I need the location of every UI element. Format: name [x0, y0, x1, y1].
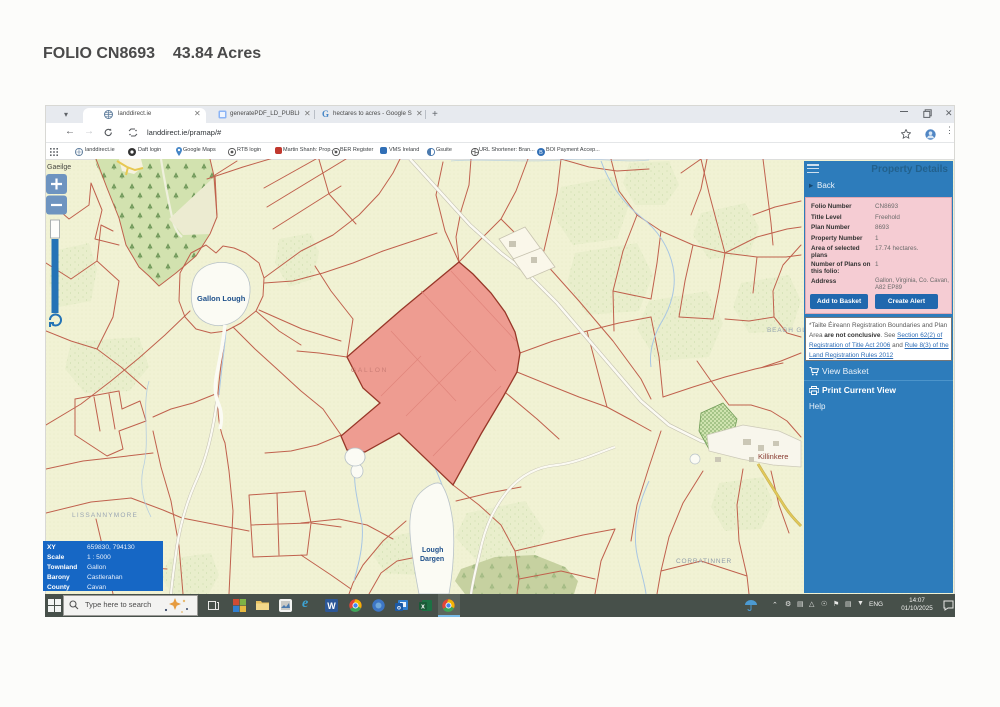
svg-text:Gallon Lough: Gallon Lough [197, 294, 246, 303]
svg-text:W: W [327, 601, 336, 611]
svg-text:LISSANNYMORE: LISSANNYMORE [72, 512, 138, 519]
svg-text:o: o [397, 605, 401, 612]
svg-text:Lough: Lough [422, 547, 443, 554]
svg-text:CORRATINNER: CORRATINNER [676, 558, 732, 565]
svg-text:x: x [421, 604, 425, 611]
svg-text:GALLON: GALLON [351, 367, 388, 374]
svg-text:Dargen: Dargen [420, 556, 444, 563]
svg-text:Killinkere: Killinkere [758, 452, 788, 461]
svg-text:B: B [539, 150, 543, 156]
svg-text:BEAGH GL: BEAGH GL [767, 327, 807, 334]
svg-text:Gaeilge: Gaeilge [47, 164, 71, 171]
